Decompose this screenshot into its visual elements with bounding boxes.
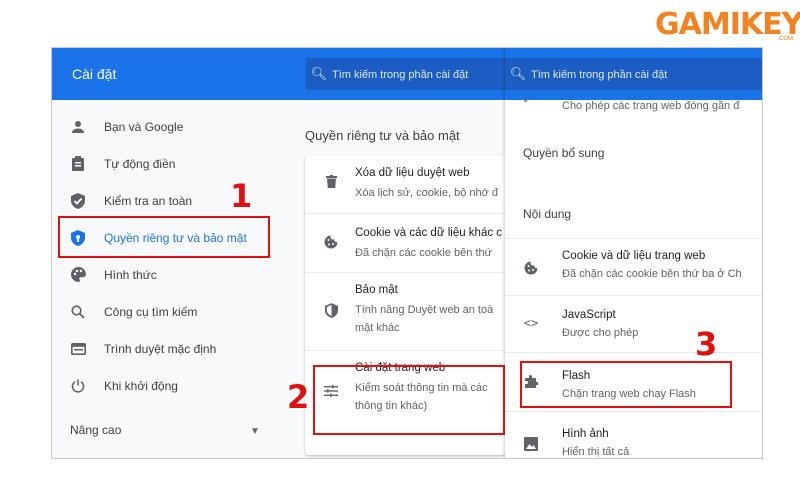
search-icon: 🔍︎ [509, 66, 527, 81]
step-number-2: 2 [287, 378, 310, 416]
sidebar-advanced[interactable]: Nâng cao [70, 423, 121, 437]
sidebar-item-on-startup[interactable]: Khi khởi động [52, 367, 277, 404]
gamikey-logo: GAMIKEY .COM [655, 6, 800, 44]
shield-icon [321, 303, 341, 321]
search-placeholder: Tìm kiếm trong phần cài đặt [332, 69, 469, 81]
sidebar-item-label: Công cụ tìm kiếm [104, 304, 198, 319]
search-input[interactable]: 🔍︎ Tìm kiếm trong phần cài đặt [505, 58, 762, 90]
cookie-icon [321, 235, 341, 252]
clipboard-icon [52, 156, 104, 171]
row-security[interactable]: Bảo mật Tính năng Duyệt web an toà mật k… [305, 272, 510, 351]
image-icon [521, 437, 541, 454]
row-title: Cookie và dữ liệu trang web [562, 250, 706, 262]
row-title: Cookie và các dữ liệu khác c [355, 227, 503, 239]
sidebar-item-label: Khi khởi động [104, 378, 178, 393]
step-number-1: 1 [230, 177, 253, 215]
row-desc: Hiển thị tất cả [562, 446, 630, 458]
sidebar-item-label: Kiểm tra an toàn [104, 193, 193, 208]
row-desc: Xóa lịch sử, cookie, bộ nhớ đ [355, 187, 498, 199]
sidebar-item-label: Tự động điền [104, 156, 176, 171]
page-title: Cài đặt [72, 66, 117, 82]
row-cookies-site-data[interactable]: Cookie và dữ liệu trang web Đã chặn các … [505, 238, 762, 296]
sidebar-item-appearance[interactable]: Hình thức [52, 256, 277, 293]
row-desc: Tính năng Duyệt web an toà [355, 304, 494, 316]
section-content: Nội dung [523, 207, 572, 221]
logo-suffix: .COM [777, 36, 793, 42]
row-title: Xóa dữ liệu duyệt web [355, 167, 470, 179]
highlight-box-step-1 [58, 216, 270, 258]
browser-icon [52, 342, 104, 355]
row-title: JavaScript [562, 309, 616, 321]
row-title: Bảo mật [355, 284, 398, 296]
highlight-box-step-3 [520, 361, 732, 408]
row-desc: mật khác [355, 322, 400, 334]
section-title: Quyền riêng tư và bảo mật [305, 128, 460, 143]
row-javascript[interactable]: <> JavaScript Được cho phép [505, 295, 762, 353]
sidebar-item-you-and-google[interactable]: Bạn và Google [52, 108, 277, 145]
row-desc: Đã chặn các cookie bên thứ ba ở Ch [562, 268, 742, 280]
trash-icon [321, 175, 341, 191]
search-icon [52, 304, 104, 319]
cookie-icon [521, 261, 541, 278]
row-cookies[interactable]: Cookie và các dữ liệu khác c Đã chặn các… [305, 213, 510, 273]
shield-check-icon [52, 192, 104, 209]
step-number-3: 3 [695, 325, 718, 363]
row-desc-fragment: Cho phép các trang web đóng gần đ [562, 100, 740, 112]
chevron-down-icon[interactable]: ▼ [250, 426, 260, 437]
sidebar-item-label: Hình thức [104, 267, 157, 282]
palette-icon [52, 267, 104, 282]
row-title: Hình ảnh [562, 428, 609, 440]
row-clear-browsing-data[interactable]: Xóa dữ liệu duyệt web Xóa lịch sử, cooki… [305, 155, 510, 213]
row-images[interactable]: Hình ảnh Hiển thị tất cả [505, 411, 762, 458]
highlight-box-step-2 [313, 365, 505, 435]
row-desc: Đã chặn các cookie bên thứ [355, 247, 493, 259]
code-icon: <> [523, 316, 539, 330]
row-desc: Được cho phép [562, 327, 639, 339]
logo-text: GAMIKEY [655, 7, 800, 42]
sidebar-item-label: Trình duyệt mặc định [104, 341, 217, 356]
back-arrow-icon: ↙ [523, 94, 532, 105]
sidebar-item-label: Bạn và Google [104, 119, 184, 134]
power-icon [52, 379, 104, 393]
sidebar-item-default-browser[interactable]: Trình duyệt mặc định [52, 330, 277, 367]
person-icon [52, 120, 104, 134]
search-placeholder: Tìm kiếm trong phần cài đặt [531, 69, 668, 81]
search-icon: 🔍︎ [310, 66, 328, 81]
sidebar-item-search-engine[interactable]: Công cụ tìm kiếm [52, 293, 277, 330]
section-additional-permissions[interactable]: Quyền bổ sung [523, 146, 604, 160]
search-input[interactable]: 🔍︎ Tìm kiếm trong phần cài đặt [306, 58, 506, 90]
